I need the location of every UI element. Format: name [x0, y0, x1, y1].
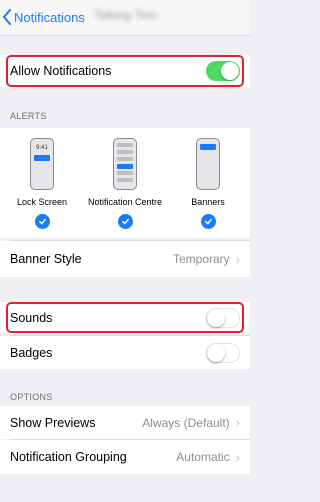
alert-option-notification-centre[interactable]: Notification Centre	[87, 138, 163, 229]
back-button[interactable]: Notifications	[2, 6, 85, 28]
navigation-bar: Notifications Talking Tom	[0, 0, 250, 36]
notification-centre-checkmark-icon[interactable]	[117, 214, 133, 229]
show-previews-row[interactable]: Show Previews Always (Default) ›	[0, 406, 250, 439]
show-previews-value: Always (Default)	[142, 415, 230, 430]
lock-screen-phone-icon: 9:41	[30, 138, 54, 190]
highlight-sounds	[6, 302, 244, 333]
show-previews-label: Show Previews	[10, 415, 96, 430]
notification-grouping-row[interactable]: Notification Grouping Automatic ›	[0, 440, 250, 474]
notification-centre-phone-icon	[113, 138, 137, 190]
badges-label: Badges	[10, 345, 53, 360]
banners-label: Banners	[191, 197, 225, 207]
alert-option-banners[interactable]: Banners	[185, 138, 231, 229]
lock-screen-checkmark-icon[interactable]	[34, 214, 50, 229]
back-label: Notifications	[14, 9, 85, 25]
notification-grouping-label: Notification Grouping	[10, 450, 127, 464]
lock-screen-label: Lock Screen	[16, 197, 68, 207]
options-section-header: OPTIONS	[10, 392, 53, 402]
chevron-right-icon: ›	[235, 415, 240, 430]
notification-centre-label: Notification Centre	[87, 197, 163, 207]
badges-toggle[interactable]	[206, 342, 240, 363]
banner-style-row[interactable]: Banner Style Temporary ›	[0, 241, 250, 277]
chevron-left-icon	[3, 9, 11, 25]
chevron-right-icon: ›	[235, 449, 240, 465]
banner-style-value: Temporary	[172, 252, 230, 266]
page-title: Talking Tom	[94, 8, 158, 22]
notification-grouping-value: Automatic	[176, 450, 230, 464]
alert-option-lock-screen[interactable]: 9:41 Lock Screen	[14, 138, 70, 229]
chevron-right-icon: ›	[235, 251, 240, 267]
highlight-allow-notifications	[6, 55, 244, 87]
lock-screen-time: 9:41	[36, 145, 48, 151]
badges-row: Badges	[0, 336, 250, 369]
alerts-panel: 9:41 Lock Screen Notification Centre Ban…	[0, 128, 250, 238]
banners-checkmark-icon[interactable]	[200, 214, 216, 229]
toggle-knob	[207, 343, 225, 362]
alerts-section-header: ALERTS	[10, 111, 47, 121]
banner-style-label: Banner Style	[10, 252, 82, 266]
banners-phone-icon	[196, 138, 220, 190]
